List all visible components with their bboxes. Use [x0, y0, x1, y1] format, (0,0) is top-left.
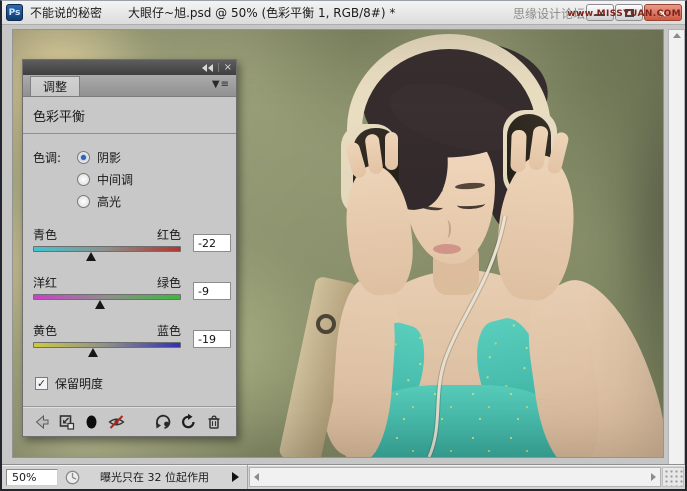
slider-left-label: 青色 [33, 228, 58, 242]
tone-option-label: 中间调 [97, 172, 134, 187]
vertical-scrollbar[interactable] [668, 29, 685, 473]
layer-visibility-icon[interactable] [81, 413, 102, 431]
titlebar[interactable]: Ps 不能说的秘密 大眼仔~旭.psd @ 50% (色彩平衡 1, RGB/8… [2, 1, 685, 25]
photoshop-document-window: Ps 不能说的秘密 大眼仔~旭.psd @ 50% (色彩平衡 1, RGB/8… [0, 0, 687, 491]
photoshop-app-icon: Ps [6, 4, 23, 21]
radio-shadows-selected[interactable] [77, 150, 90, 164]
tone-option-highlights[interactable]: 高光 [77, 190, 133, 212]
slider-right-label: 蓝色 [156, 324, 181, 338]
preserve-luminosity-row[interactable]: ✓ 保留明度 [23, 370, 236, 392]
color-balance-title: 色彩平衡 [23, 97, 236, 134]
slider-cyan-red: 青色 红色 [33, 226, 231, 262]
horizontal-scrollbar[interactable] [249, 467, 661, 487]
tab-adjustments[interactable]: 调整 [30, 76, 81, 96]
clip-to-layer-icon[interactable] [56, 413, 77, 431]
window-title-song: 不能说的秘密 [30, 6, 103, 20]
tone-option-label: 高光 [97, 194, 122, 209]
view-previous-state-icon[interactable] [153, 413, 174, 431]
reset-adjustment-icon[interactable] [178, 413, 199, 431]
tone-options: 阴影 中间调 高光 [77, 146, 133, 212]
radio-midtones[interactable] [77, 172, 90, 186]
slider-thumb[interactable] [95, 300, 106, 309]
panel-footer-toolbar [23, 406, 236, 436]
zoom-level-field[interactable]: 50% [6, 468, 58, 486]
slider-left-label: 洋红 [33, 276, 58, 290]
status-menu-arrow-icon[interactable] [232, 472, 239, 482]
collapse-to-icons-icon[interactable] [201, 63, 213, 72]
slider-value-input[interactable] [193, 234, 231, 252]
tone-caption: 色调: [33, 151, 62, 165]
window-title-document: 大眼仔~旭.psd @ 50% (色彩平衡 1, RGB/8#) * [128, 6, 396, 20]
scroll-left-icon[interactable] [254, 473, 259, 481]
visibility-off-icon[interactable] [106, 413, 127, 431]
slider-left-label: 黄色 [33, 324, 58, 338]
return-to-adjustment-list-icon[interactable] [31, 413, 52, 431]
slider-track[interactable] [33, 294, 181, 300]
slider-track[interactable] [33, 246, 181, 252]
document-client-area: × 调整 ▼≡ 色彩平衡 色调: 阴影中间调高光 青色 红色洋红 绿色黄色 蓝色 ✓ … [2, 25, 685, 489]
tone-option-midtones[interactable]: 中间调 [77, 168, 133, 190]
adjustments-panel: × 调整 ▼≡ 色彩平衡 色调: 阴影中间调高光 青色 红色洋红 绿色黄色 蓝色 ✓ … [22, 59, 237, 437]
radio-highlights[interactable] [77, 194, 90, 208]
slider-value-input[interactable] [193, 282, 231, 300]
slider-right-label: 红色 [156, 228, 181, 242]
preserve-luminosity-checkbox[interactable]: ✓ [35, 376, 48, 390]
panel-header-bar[interactable]: × [23, 60, 236, 75]
status-message: 曝光只在 32 位起作用 [100, 471, 209, 484]
delete-adjustment-icon[interactable] [203, 413, 224, 431]
color-balance-sliders: 青色 红色洋红 绿色黄色 蓝色 [23, 216, 236, 358]
scroll-up-icon[interactable] [672, 33, 681, 38]
watermark-url-text: www.MISSYUAN.COM [567, 9, 681, 19]
resize-grip[interactable] [662, 467, 684, 487]
slider-value-input[interactable] [193, 330, 231, 348]
slider-thumb[interactable] [87, 348, 98, 357]
slider-thumb[interactable] [85, 252, 96, 261]
preserve-luminosity-label: 保留明度 [55, 376, 104, 391]
slider-right-label: 绿色 [156, 276, 181, 290]
tone-option-label: 阴影 [97, 150, 122, 165]
status-bar: 50% 曝光只在 32 位起作用 [2, 465, 248, 489]
panel-tab-strip: 调整 ▼≡ [23, 75, 236, 97]
slider-yellow-blue: 黄色 蓝色 [33, 322, 231, 358]
panel-menu-icon[interactable]: ▼≡ [212, 79, 230, 90]
slider-track[interactable] [33, 342, 181, 348]
slider-magenta-green: 洋红 绿色 [33, 274, 231, 310]
status-bar-row: 50% 曝光只在 32 位起作用 [2, 464, 685, 489]
tone-option-shadows[interactable]: 阴影 [77, 146, 133, 168]
scroll-right-icon[interactable] [651, 473, 656, 481]
close-panel-icon[interactable]: × [224, 62, 232, 73]
status-doc-icon[interactable] [64, 469, 81, 486]
